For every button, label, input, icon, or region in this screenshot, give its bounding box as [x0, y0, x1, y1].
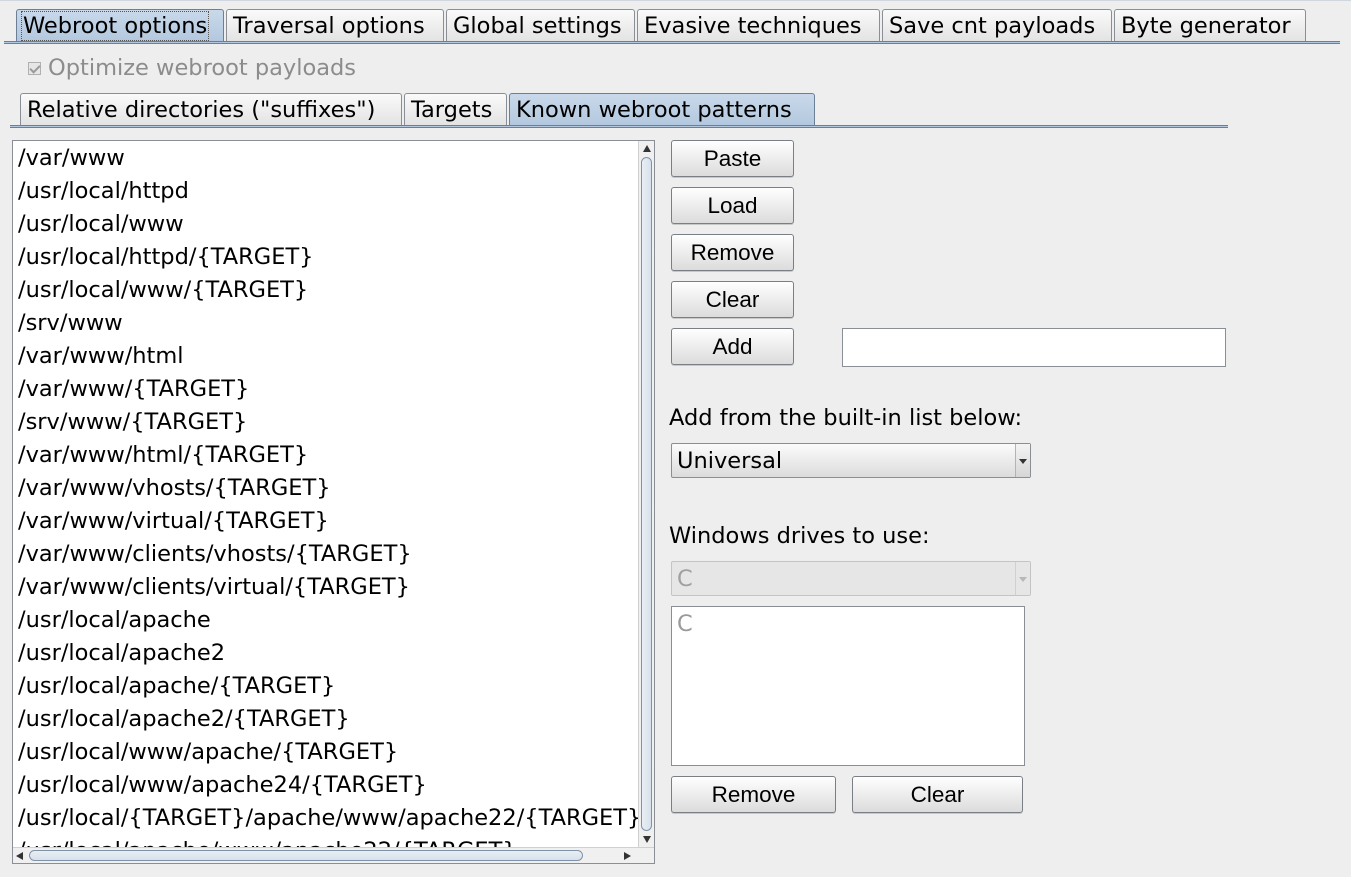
tab-evasive-techniques[interactable]: Evasive techniques — [637, 9, 880, 41]
list-item[interactable]: /usr/local/apache/www/apache22/{TARGET} — [18, 835, 517, 847]
horizontal-scroll-thumb[interactable] — [29, 850, 583, 861]
tab-webroot-options[interactable]: Webroot options — [16, 9, 224, 41]
vertical-scroll-thumb[interactable] — [641, 157, 652, 831]
paste-button[interactable]: Paste — [671, 140, 794, 177]
optimize-webroot-label: Optimize webroot payloads — [48, 55, 357, 81]
list-item[interactable]: /usr/local/apache/{TARGET} — [18, 670, 335, 703]
top-tab-underline — [4, 41, 1340, 44]
list-item[interactable]: /var/www/vhosts/{TARGET} — [18, 472, 331, 505]
remove-pattern-button[interactable]: Remove — [671, 234, 794, 271]
scroll-left-arrow-icon[interactable] — [16, 852, 23, 860]
list-item[interactable]: /usr/local/httpd/{TARGET} — [18, 241, 314, 274]
clear-patterns-button[interactable]: Clear — [671, 281, 794, 318]
list-item[interactable]: /usr/local/www/apache/{TARGET} — [18, 736, 398, 769]
list-item[interactable]: /usr/local/apache2/{TARGET} — [18, 703, 350, 736]
tab-global-settings[interactable]: Global settings — [446, 9, 635, 41]
list-item[interactable]: /srv/www — [18, 307, 123, 340]
list-item[interactable]: /var/www — [18, 142, 125, 175]
webroot-options-panel: Webroot options Traversal options Global… — [0, 0, 1351, 877]
list-item[interactable]: /usr/local/www/apache24/{TARGET} — [18, 769, 427, 802]
list-item[interactable]: /var/www/{TARGET} — [18, 373, 249, 406]
webroot-patterns-list[interactable]: /var/www/usr/local/httpd/usr/local/www/u… — [12, 140, 655, 864]
top-tab-bar: Webroot options Traversal options Global… — [16, 9, 1308, 41]
tab-label: Traversal options — [233, 13, 425, 39]
tab-save-cnt-payloads[interactable]: Save cnt payloads — [882, 9, 1112, 41]
window-top-edge — [0, 0, 1351, 7]
tab-label: Known webroot patterns — [516, 97, 792, 123]
list-item[interactable]: /usr/local/apache — [18, 604, 211, 637]
chevron-down-icon[interactable] — [1015, 444, 1030, 477]
windows-drive-value: C — [677, 566, 693, 592]
remove-drive-button[interactable]: Remove — [671, 776, 836, 813]
windows-drives-list[interactable]: C — [671, 606, 1025, 766]
load-button[interactable]: Load — [671, 187, 794, 224]
tab-label: Byte generator — [1121, 13, 1291, 39]
tab-byte-generator[interactable]: Byte generator — [1114, 9, 1306, 41]
tab-label: Global settings — [453, 13, 622, 39]
list-item[interactable]: /usr/local/{TARGET}/apache/www/apache22/… — [18, 802, 639, 835]
list-item[interactable]: /var/www/html — [18, 340, 184, 373]
tab-label: Targets — [411, 97, 493, 123]
vertical-scrollbar[interactable] — [638, 141, 654, 847]
subtab-relative-directories[interactable]: Relative directories ("suffixes") — [20, 93, 402, 125]
tab-label: Save cnt payloads — [889, 13, 1096, 39]
add-pattern-input[interactable] — [842, 328, 1226, 367]
list-item[interactable]: /var/www/html/{TARGET} — [18, 439, 308, 472]
tab-label: Relative directories ("suffixes") — [27, 97, 376, 123]
clear-drives-button[interactable]: Clear — [852, 776, 1023, 813]
builtin-list-value: Universal — [677, 448, 783, 474]
list-item[interactable]: /usr/local/apache2 — [18, 637, 225, 670]
list-item[interactable]: /var/www/virtual/{TARGET} — [18, 505, 329, 538]
list-item[interactable]: /usr/local/httpd — [18, 175, 189, 208]
subtab-known-webroot-patterns[interactable]: Known webroot patterns — [509, 93, 815, 125]
sub-tab-underline — [10, 125, 1228, 128]
optimize-webroot-row: Optimize webroot payloads — [28, 55, 356, 81]
tab-traversal-options[interactable]: Traversal options — [226, 9, 444, 41]
tab-label: Webroot options — [20, 11, 210, 41]
list-item[interactable]: /var/www/clients/virtual/{TARGET} — [18, 571, 410, 604]
webroot-patterns-viewport: /var/www/usr/local/httpd/usr/local/www/u… — [13, 141, 639, 847]
subtab-targets[interactable]: Targets — [404, 93, 507, 125]
add-pattern-button[interactable]: Add — [671, 328, 794, 365]
list-item[interactable]: C — [677, 611, 693, 637]
list-item[interactable]: /usr/local/www — [18, 208, 184, 241]
scroll-right-arrow-icon[interactable] — [624, 852, 631, 860]
scroll-down-arrow-icon[interactable] — [643, 836, 651, 843]
chevron-down-icon — [1015, 562, 1030, 595]
builtin-list-select[interactable]: Universal — [671, 443, 1031, 478]
optimize-webroot-checkbox[interactable] — [28, 61, 41, 75]
windows-drives-label: Windows drives to use: — [669, 523, 930, 549]
scroll-up-arrow-icon[interactable] — [643, 145, 651, 152]
builtin-list-label: Add from the built-in list below: — [669, 405, 1023, 431]
list-item[interactable]: /var/www/clients/vhosts/{TARGET} — [18, 538, 412, 571]
sub-tab-bar: Relative directories ("suffixes") Target… — [20, 93, 817, 125]
windows-drive-select: C — [671, 561, 1031, 596]
list-item[interactable]: /srv/www/{TARGET} — [18, 406, 247, 439]
horizontal-scrollbar[interactable] — [13, 847, 654, 863]
list-item[interactable]: /usr/local/www/{TARGET} — [18, 274, 308, 307]
tab-label: Evasive techniques — [644, 13, 862, 39]
